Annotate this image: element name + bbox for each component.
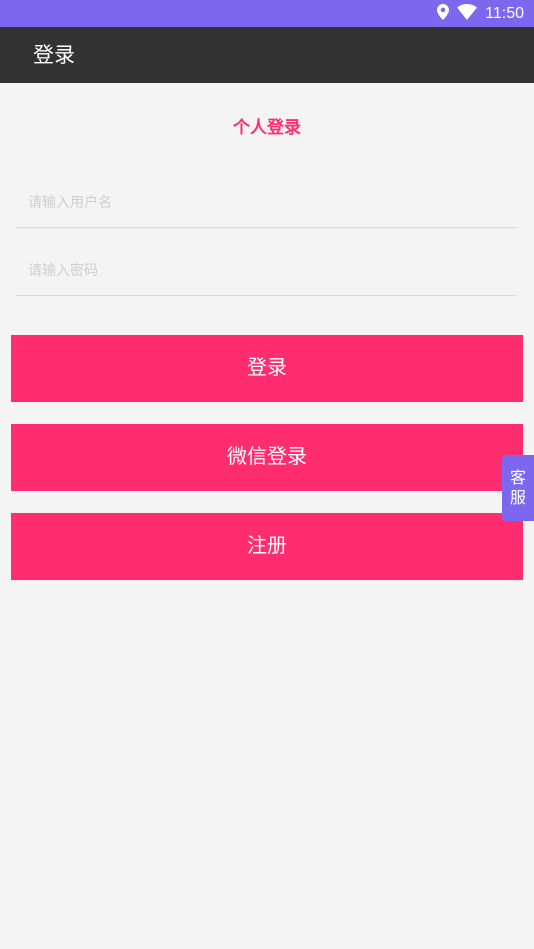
login-button[interactable]: 登录: [11, 335, 523, 402]
status-time: 11:50: [485, 5, 524, 22]
section-title: 个人登录: [233, 118, 301, 138]
app-bar: 登录: [0, 27, 534, 83]
customer-service-button[interactable]: 客 服: [502, 455, 534, 521]
wechat-login-button[interactable]: 微信登录: [11, 424, 523, 491]
status-icons: 11:50: [437, 0, 524, 27]
login-form: 个人登录 登录 微信登录 注册: [0, 83, 534, 949]
location-icon: [437, 3, 450, 24]
username-field: [16, 177, 517, 228]
customer-service-label-1: 客: [509, 468, 526, 487]
page-title: 登录: [33, 43, 75, 67]
customer-service-label-2: 服: [509, 488, 526, 507]
password-field: [16, 245, 517, 296]
wifi-icon: [457, 3, 478, 24]
status-bar: 11:50: [0, 0, 534, 27]
password-input[interactable]: [28, 245, 508, 295]
register-button[interactable]: 注册: [11, 513, 523, 580]
username-input[interactable]: [28, 177, 508, 227]
